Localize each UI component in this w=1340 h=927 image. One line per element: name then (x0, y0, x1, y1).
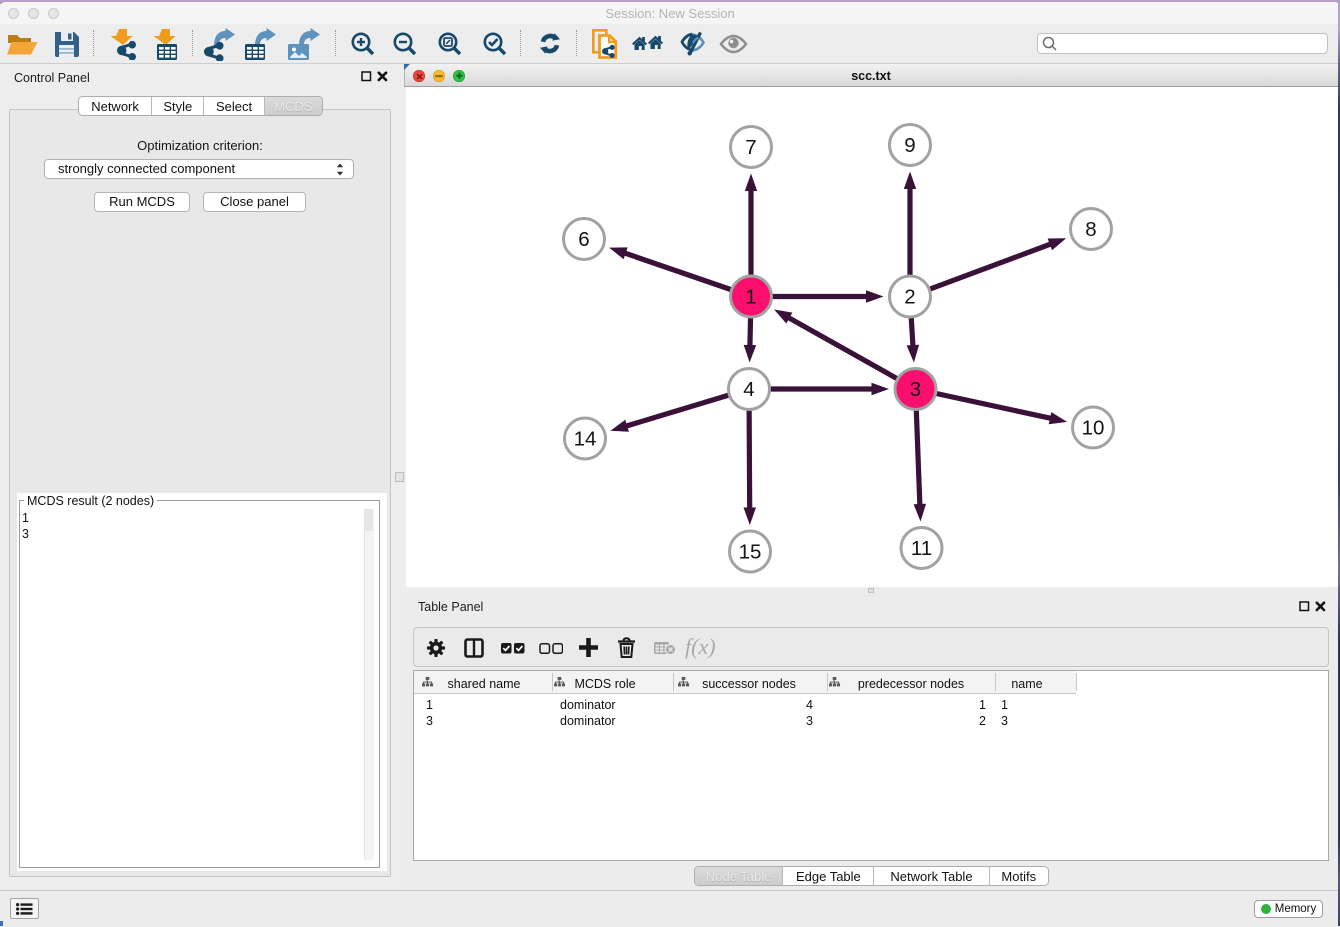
svg-text:10: 10 (1082, 417, 1105, 440)
svg-text:9: 9 (904, 134, 915, 157)
svg-text:6: 6 (578, 228, 589, 251)
svg-text:2: 2 (904, 286, 915, 309)
svg-text:1: 1 (745, 286, 756, 309)
svg-text:15: 15 (739, 541, 762, 564)
svg-text:14: 14 (574, 428, 597, 451)
svg-text:7: 7 (745, 136, 756, 159)
svg-text:3: 3 (910, 378, 921, 401)
svg-text:4: 4 (743, 378, 754, 401)
svg-text:8: 8 (1085, 218, 1096, 241)
svg-text:11: 11 (911, 537, 932, 560)
